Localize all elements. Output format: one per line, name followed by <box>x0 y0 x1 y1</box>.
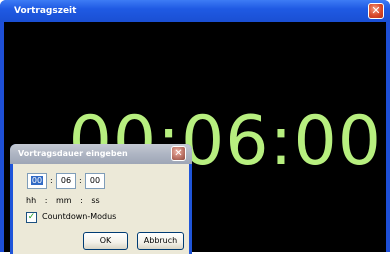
duration-dialog: Vortragsdauer eingeben ✕ 00 : 06 : 00 hh… <box>10 144 192 254</box>
countdown-checkbox-label[interactable]: Countdown-Modus <box>42 211 116 223</box>
unit-labels: hh : mm : ss <box>26 195 100 207</box>
cancel-button[interactable]: Abbruch <box>137 232 184 250</box>
main-window-title: Vortragszeit <box>14 6 77 16</box>
hours-input[interactable]: 00 <box>27 173 47 189</box>
unit-minutes-label: mm <box>55 196 72 205</box>
unit-seconds-label: ss <box>91 196 100 205</box>
unit-hours-label: hh <box>26 196 37 205</box>
close-icon[interactable]: ✕ <box>171 146 186 161</box>
dialog-title-bar[interactable]: Vortragsdauer eingeben ✕ <box>10 144 192 164</box>
dialog-title: Vortragsdauer eingeben <box>18 149 128 158</box>
close-icon[interactable]: ✕ <box>368 3 384 19</box>
checkmark-icon: ✓ <box>27 212 36 222</box>
unit-separator: : <box>44 196 48 205</box>
unit-separator: : <box>80 196 83 205</box>
main-title-bar[interactable]: Vortragszeit ✕ <box>0 0 390 22</box>
hours-value: 00 <box>30 176 44 185</box>
countdown-checkbox[interactable]: ✓ <box>26 212 37 223</box>
dialog-body: 00 : 06 : 00 hh : mm : ss ✓ Countdown-Mo… <box>13 164 189 254</box>
minutes-input[interactable]: 06 <box>56 173 76 189</box>
time-separator: : <box>50 176 53 185</box>
seconds-input[interactable]: 00 <box>85 173 105 189</box>
ok-button[interactable]: OK <box>83 232 128 250</box>
time-separator: : <box>79 176 82 185</box>
